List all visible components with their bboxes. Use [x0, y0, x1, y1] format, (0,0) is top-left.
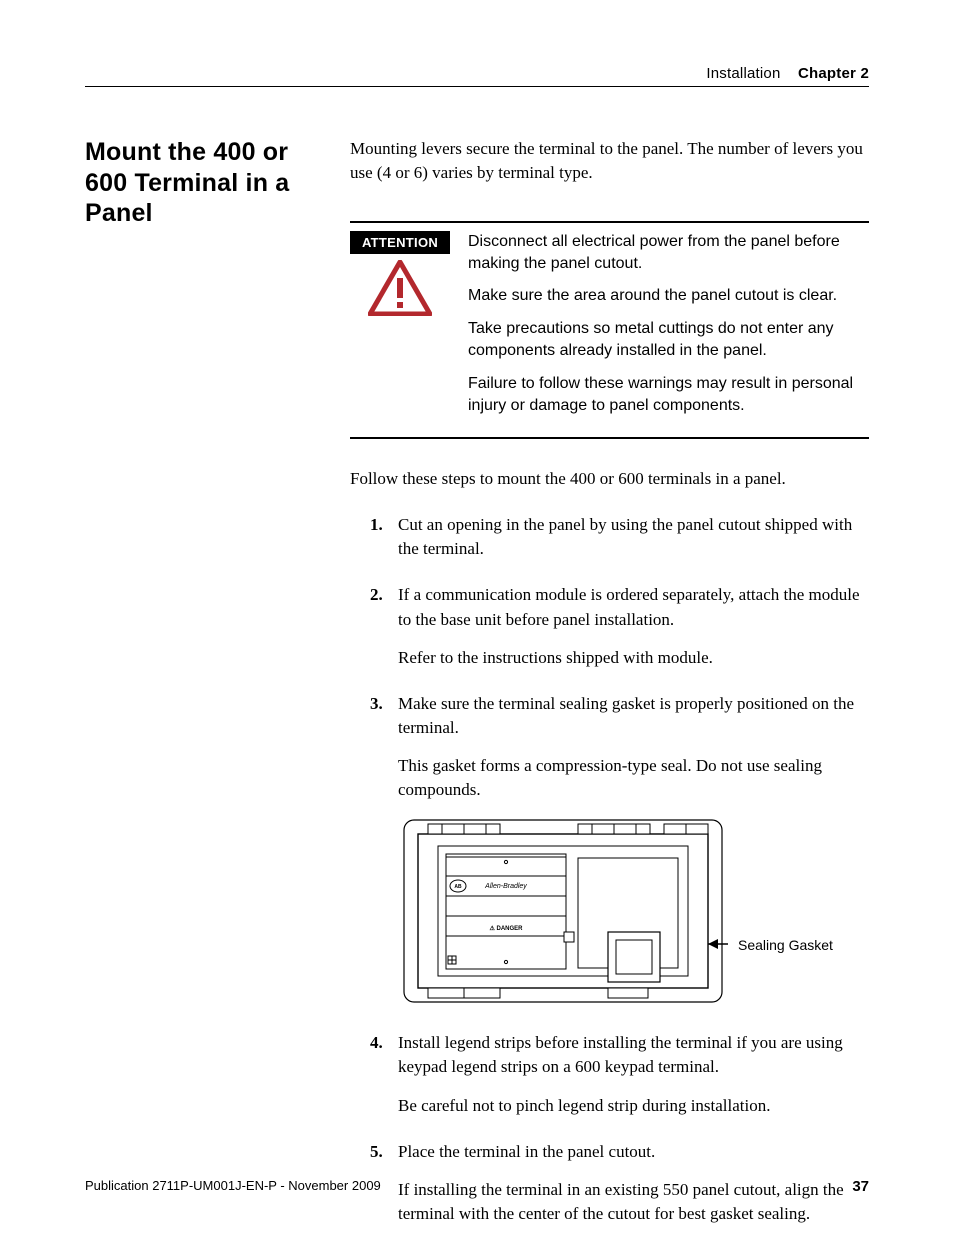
attention-line: Take precautions so metal cuttings do no… — [468, 318, 869, 363]
figure-callout: Sealing Gasket — [738, 936, 833, 956]
publication-id: Publication 2711P-UM001J-EN-P - November… — [85, 1178, 381, 1195]
page-footer: Publication 2711P-UM001J-EN-P - November… — [85, 1178, 869, 1195]
attention-line: Failure to follow these warnings may res… — [468, 373, 869, 418]
attention-box: ATTENTION Disconnect all electrical powe… — [350, 221, 869, 440]
step-text: If a communication module is ordered sep… — [398, 585, 860, 628]
intro-paragraph: Mounting levers secure the terminal to t… — [350, 137, 869, 185]
page-title: Mount the 400 or 600 Terminal in a Panel — [85, 137, 330, 229]
step-text: Make sure the terminal sealing gasket is… — [398, 694, 854, 737]
attention-line: Make sure the area around the panel cuto… — [468, 285, 869, 307]
header-section: Installation — [706, 65, 780, 82]
step-item: Cut an opening in the panel by using the… — [370, 513, 869, 561]
running-header: Installation Chapter 2 — [85, 65, 869, 87]
step-text: Place the terminal in the panel cutout. — [398, 1142, 655, 1161]
step-text: Cut an opening in the panel by using the… — [398, 515, 852, 558]
svg-text:⚠ DANGER: ⚠ DANGER — [489, 925, 523, 932]
svg-text:AB: AB — [454, 884, 462, 890]
figure-brand-text: Allen-Bradley — [484, 883, 527, 890]
step-item: Install legend strips before installing … — [370, 1031, 869, 1117]
step-item: Make sure the terminal sealing gasket is… — [370, 692, 869, 1010]
step-text: Install legend strips before installing … — [398, 1033, 843, 1076]
warning-triangle-icon — [368, 260, 432, 316]
step-item: If a communication module is ordered sep… — [370, 583, 869, 669]
step-sub: Refer to the instructions shipped with m… — [398, 646, 869, 670]
follow-line: Follow these steps to mount the 400 or 6… — [350, 467, 869, 491]
header-chapter: Chapter 2 — [798, 65, 869, 82]
attention-label: ATTENTION — [350, 231, 450, 254]
step-sub: This gasket forms a compression-type sea… — [398, 754, 869, 802]
terminal-figure: AB Allen-Bradley ⚠ DANGER — [398, 814, 869, 1009]
steps-list: Cut an opening in the panel by using the… — [370, 513, 869, 1226]
attention-line: Disconnect all electrical power from the… — [468, 231, 869, 276]
step-sub: Be careful not to pinch legend strip dur… — [398, 1094, 869, 1118]
page-number: 37 — [852, 1178, 869, 1195]
